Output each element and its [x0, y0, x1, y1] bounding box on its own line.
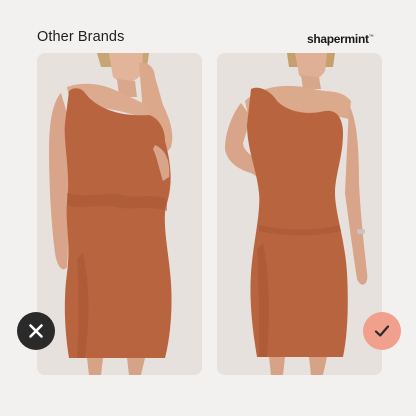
model-in-dress-image: [217, 53, 382, 375]
other-brands-heading: Other Brands: [37, 29, 125, 45]
shapermint-photo: [217, 53, 382, 375]
trademark-mark: ™: [368, 34, 374, 40]
check-badge: [363, 312, 401, 350]
cross-badge: [17, 312, 55, 350]
model-in-dress-image: [37, 53, 202, 375]
cross-icon: [29, 324, 43, 338]
shapermint-logo: shapermint™: [307, 32, 374, 46]
brand-name: shapermint: [307, 32, 369, 46]
check-icon: [374, 325, 390, 337]
other-brands-photo: [37, 53, 202, 375]
